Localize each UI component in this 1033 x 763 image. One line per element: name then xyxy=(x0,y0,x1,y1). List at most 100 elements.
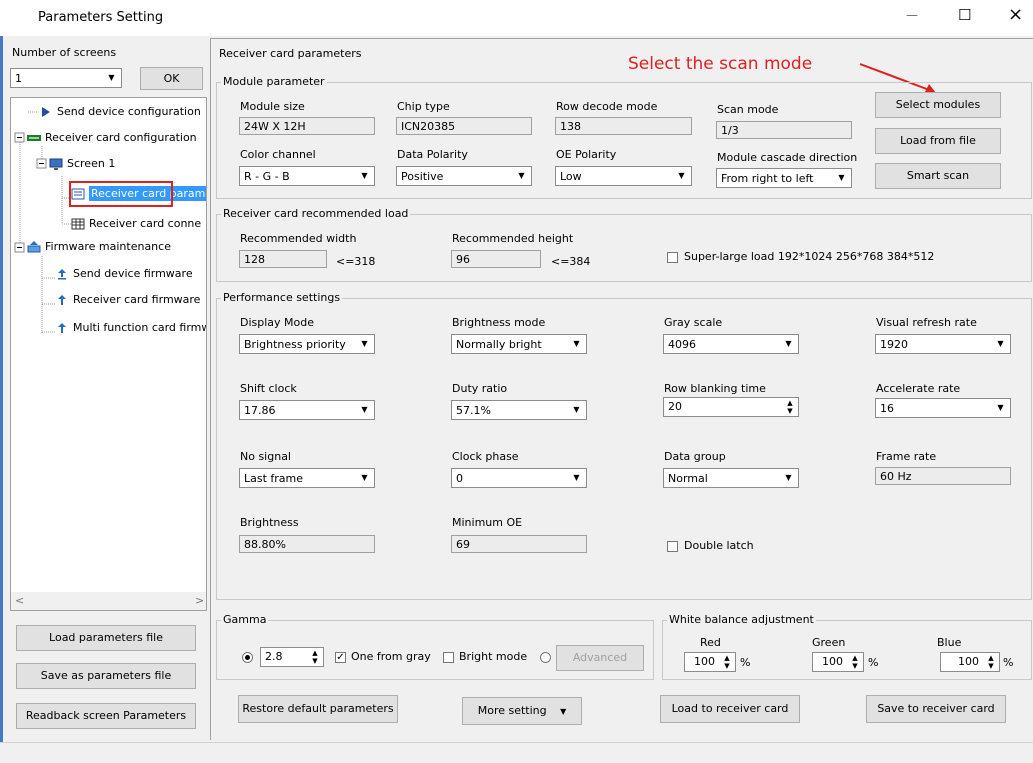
red-unit: % xyxy=(740,656,751,669)
blue-label: Blue xyxy=(937,636,962,649)
ok-button[interactable]: OK xyxy=(140,67,203,90)
status-bar xyxy=(0,742,1033,763)
load-from-file-button[interactable]: Load from file xyxy=(875,128,1001,154)
display-mode-select[interactable]: Brightness priority ▼ xyxy=(239,334,375,354)
duty-ratio-select[interactable]: 57.1% ▼ xyxy=(451,400,587,420)
bright-mode-label: Bright mode xyxy=(459,650,528,663)
super-large-load-checkbox[interactable] xyxy=(667,252,678,263)
clock-phase-select[interactable]: 0 ▼ xyxy=(451,468,587,488)
select-modules-button[interactable]: Select modules xyxy=(875,92,1001,118)
visual-refresh-select[interactable]: 1920 ▼ xyxy=(875,334,1011,354)
row-decode-label: Row decode mode xyxy=(556,100,658,113)
config-tree[interactable]: Send device configuration Receiver card … xyxy=(10,97,207,611)
readback-parameters-button[interactable]: Readback screen Parameters xyxy=(16,703,196,729)
duty-ratio-label: Duty ratio xyxy=(452,382,508,395)
save-parameters-file-button[interactable]: Save as parameters file xyxy=(16,663,196,689)
restore-defaults-button[interactable]: Restore default parameters xyxy=(238,695,398,723)
frame-rate-label: Frame rate xyxy=(876,450,937,463)
spinner-arrows-icon[interactable]: ▲ ▼ xyxy=(308,649,322,665)
display-mode-label: Display Mode xyxy=(240,316,315,329)
double-latch-checkbox[interactable] xyxy=(667,541,678,552)
save-to-receiver-card-button[interactable]: Save to receiver card xyxy=(866,695,1006,723)
no-signal-select[interactable]: Last frame ▼ xyxy=(239,468,375,488)
data-group-select[interactable]: Normal ▼ xyxy=(663,468,799,488)
more-setting-button[interactable]: More setting ▼ xyxy=(462,697,582,725)
data-polarity-label: Data Polarity xyxy=(397,148,468,161)
recommended-width-label: Recommended width xyxy=(240,232,357,245)
smart-scan-button[interactable]: Smart scan xyxy=(875,163,1001,189)
load-to-receiver-card-button[interactable]: Load to receiver card xyxy=(660,695,800,723)
row-decode-field: 138 xyxy=(555,117,692,135)
tree-item-screen-1[interactable]: Screen 1 xyxy=(49,155,115,173)
screens-select[interactable]: 1 ▼ xyxy=(10,68,122,88)
dropdown-arrow-icon: ▼ xyxy=(560,707,567,716)
spinner-arrows-icon[interactable]: ▲ ▼ xyxy=(848,654,862,670)
data-polarity-select[interactable]: Positive ▼ xyxy=(396,166,532,186)
load-parameters-file-button[interactable]: Load parameters file xyxy=(16,625,196,651)
module-size-field: 24W X 12H xyxy=(239,117,375,135)
chevron-down-icon: ▼ xyxy=(997,339,1004,348)
minimize-button[interactable]: — xyxy=(906,8,918,22)
advanced-button[interactable]: Advanced xyxy=(556,645,644,671)
scroll-left-icon[interactable]: < xyxy=(15,594,24,607)
tree-item-send-firmware[interactable]: Send device firmware xyxy=(55,265,193,283)
panel-title: Receiver card parameters xyxy=(219,47,362,60)
scan-mode-field: 1/3 xyxy=(716,121,852,139)
spinner-arrows-icon[interactable]: ▲ ▼ xyxy=(984,654,998,670)
chevron-down-icon: ▼ xyxy=(838,173,845,182)
tree-item-receiver-firmware[interactable]: Receiver card firmware xyxy=(55,291,200,309)
chevron-down-icon: ▼ xyxy=(361,473,368,482)
gray-scale-select[interactable]: 4096 ▼ xyxy=(663,334,799,354)
shift-clock-select[interactable]: 17.86 ▼ xyxy=(239,400,375,420)
bright-mode-checkbox[interactable] xyxy=(443,652,454,663)
minimum-oe-label: Minimum OE xyxy=(452,516,523,529)
tree-horizontal-scrollbar[interactable]: < > xyxy=(11,592,206,610)
arrow-right-icon xyxy=(42,107,50,117)
maximize-button[interactable]: ☐ xyxy=(958,6,971,24)
oe-polarity-select[interactable]: Low ▼ xyxy=(555,166,692,186)
performance-group-title: Performance settings xyxy=(221,291,343,304)
cascade-direction-select[interactable]: From right to left ▼ xyxy=(716,168,852,188)
one-from-gray-checkbox[interactable]: ✓ xyxy=(335,652,346,663)
brightness-mode-select[interactable]: Normally bright ▼ xyxy=(451,334,587,354)
gamma-value-radio[interactable] xyxy=(242,652,253,663)
upload-box-icon xyxy=(27,241,41,253)
tree-item-send-device[interactable]: Send device configuration xyxy=(39,103,201,121)
gamma-value-spinner[interactable]: 2.8 ▲ ▼ xyxy=(260,647,324,667)
brightness-mode-label: Brightness mode xyxy=(452,316,546,329)
accelerate-rate-select[interactable]: 16 ▼ xyxy=(875,398,1011,418)
spinner-arrows-icon[interactable]: ▲ ▼ xyxy=(720,654,734,670)
green-spinner[interactable]: 100 ▲ ▼ xyxy=(812,652,864,672)
clock-phase-label: Clock phase xyxy=(452,450,519,463)
red-label: Red xyxy=(700,636,721,649)
brightness-field: 88.80% xyxy=(239,535,375,553)
white-balance-group-title: White balance adjustment xyxy=(667,613,816,626)
blue-spinner[interactable]: 100 ▲ ▼ xyxy=(940,652,1000,672)
cascade-direction-label: Module cascade direction xyxy=(717,151,858,164)
advanced-gamma-radio[interactable] xyxy=(540,652,551,663)
color-channel-select[interactable]: R - G - B ▼ xyxy=(239,166,375,186)
module-group-title: Module parameter xyxy=(221,75,327,88)
grid-icon xyxy=(71,218,85,230)
scroll-right-icon[interactable]: > xyxy=(195,594,204,607)
chevron-down-icon: ▼ xyxy=(518,171,525,180)
red-spinner[interactable]: 100 ▲ ▼ xyxy=(684,652,736,672)
visual-refresh-label: Visual refresh rate xyxy=(876,316,977,329)
row-blanking-spinner[interactable]: 20 ▲ ▼ xyxy=(663,397,799,417)
spinner-arrows-icon[interactable]: ▲ ▼ xyxy=(783,399,797,415)
gamma-group-title: Gamma xyxy=(221,613,269,626)
chevron-down-icon: ▼ xyxy=(573,405,580,414)
double-latch-label: Double latch xyxy=(684,539,754,552)
blue-unit: % xyxy=(1003,656,1014,669)
tree-item-receiver-config[interactable]: Receiver card configuration xyxy=(27,129,197,147)
tree-item-firmware[interactable]: Firmware maintenance xyxy=(27,238,171,256)
window-left-edge xyxy=(0,36,3,762)
close-button[interactable]: × xyxy=(1008,4,1023,25)
chip-type-label: Chip type xyxy=(397,100,450,113)
scan-mode-annotation: Select the scan mode xyxy=(628,54,813,74)
tree-item-multi-function[interactable]: Multi function card firmw xyxy=(55,319,206,337)
tree-item-receiver-connection[interactable]: Receiver card conne xyxy=(71,215,201,233)
height-max-label: <=384 xyxy=(551,255,591,268)
green-label: Green xyxy=(812,636,846,649)
chevron-down-icon: ▼ xyxy=(361,405,368,414)
